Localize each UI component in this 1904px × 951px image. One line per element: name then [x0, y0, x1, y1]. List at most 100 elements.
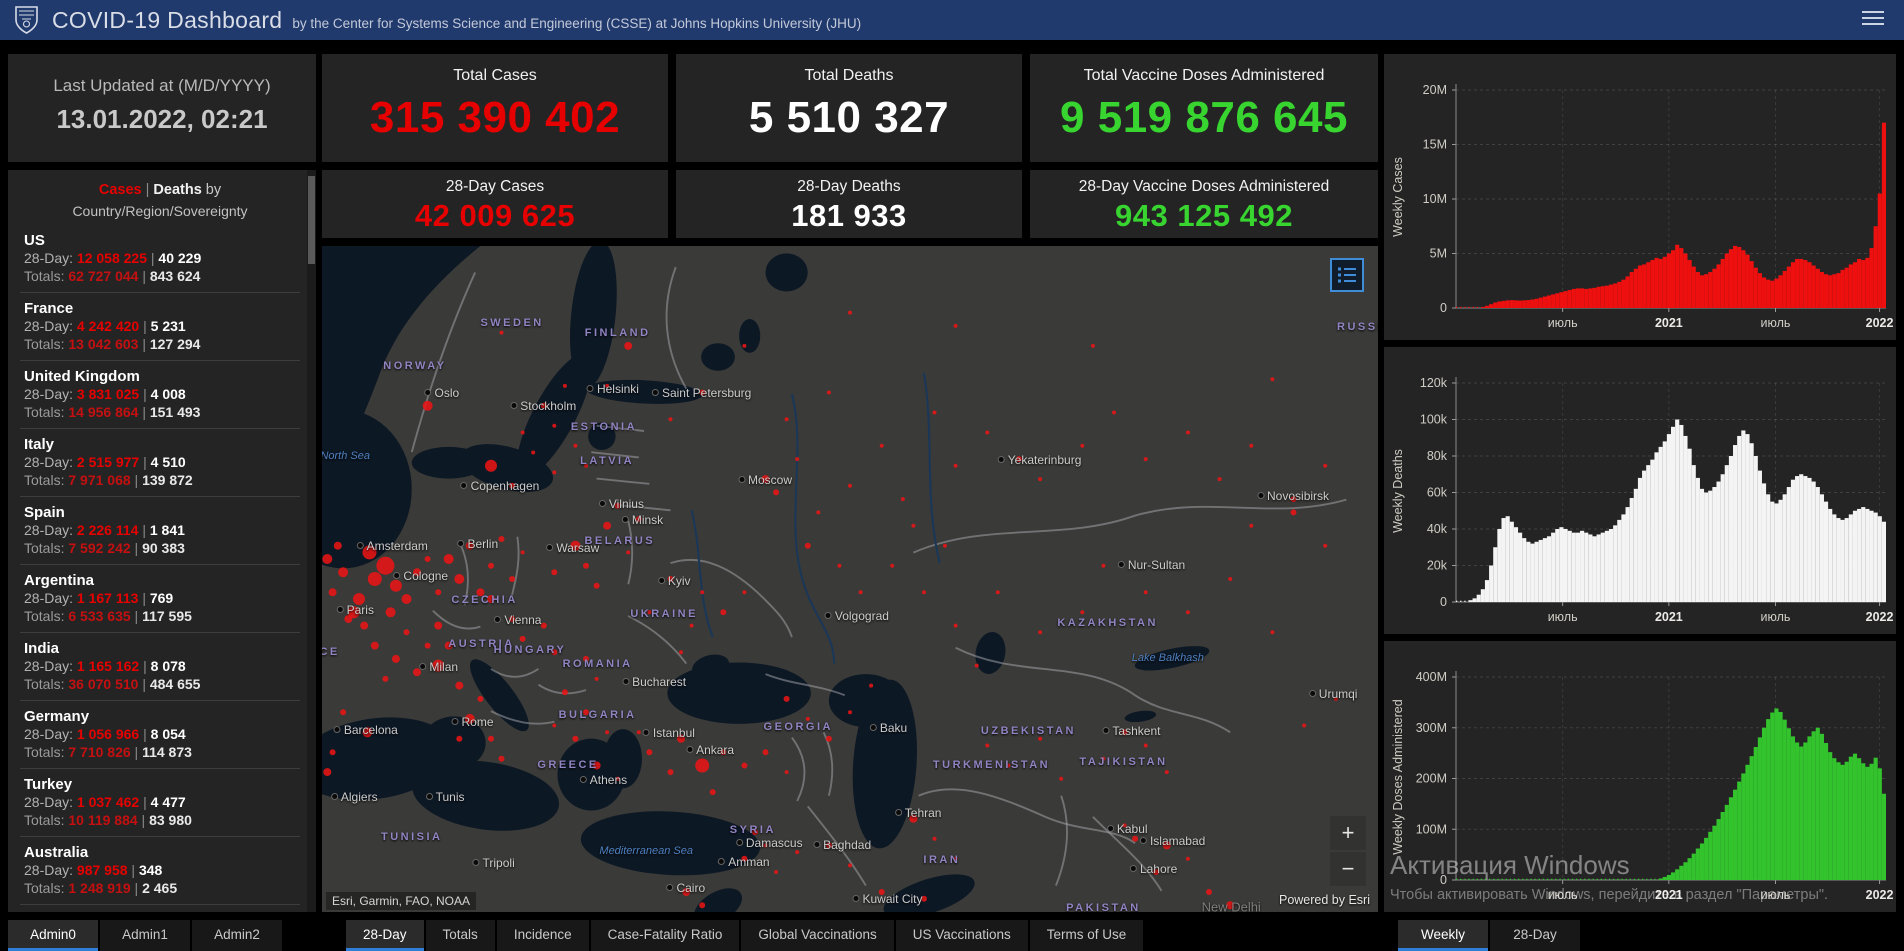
- case-dot[interactable]: [476, 588, 485, 597]
- case-dot[interactable]: [376, 556, 395, 575]
- legend-icon[interactable]: [1330, 258, 1364, 292]
- case-dot[interactable]: [635, 516, 642, 523]
- case-dot[interactable]: [624, 341, 633, 350]
- case-dot[interactable]: [920, 895, 927, 902]
- case-dot[interactable]: [1290, 509, 1297, 516]
- case-dot[interactable]: [932, 836, 937, 841]
- case-dot[interactable]: [498, 755, 505, 762]
- tab-admin1[interactable]: Admin1: [100, 920, 190, 951]
- case-dot[interactable]: [485, 459, 497, 472]
- case-dot[interactable]: [1228, 577, 1233, 581]
- case-dot[interactable]: [1121, 729, 1128, 736]
- case-dot[interactable]: [477, 695, 484, 702]
- scrollbar-thumb[interactable]: [308, 176, 315, 264]
- case-dot[interactable]: [572, 735, 579, 742]
- case-dot[interactable]: [869, 683, 874, 688]
- case-dot[interactable]: [878, 889, 885, 895]
- menu-icon[interactable]: [1862, 11, 1884, 29]
- case-dot[interactable]: [382, 675, 389, 682]
- case-dot[interactable]: [573, 443, 578, 448]
- case-dot[interactable]: [741, 762, 748, 769]
- deaths-header[interactable]: Deaths: [153, 182, 201, 198]
- case-dot[interactable]: [1290, 496, 1297, 503]
- case-dot[interactable]: [784, 417, 789, 422]
- case-dot[interactable]: [752, 829, 758, 836]
- case-dot[interactable]: [360, 621, 369, 630]
- case-dot[interactable]: [603, 521, 612, 530]
- case-dot[interactable]: [509, 576, 516, 582]
- tab-28-day[interactable]: 28-Day: [1490, 920, 1580, 951]
- case-dot[interactable]: [1185, 610, 1190, 615]
- list-item[interactable]: Canada28-Day: 773 350 | 995Totals:: [20, 905, 300, 912]
- case-dot[interactable]: [741, 855, 748, 862]
- cases-header[interactable]: Cases: [99, 182, 142, 198]
- case-dot[interactable]: [403, 629, 410, 636]
- case-dot[interactable]: [1038, 630, 1043, 635]
- case-dot[interactable]: [434, 621, 443, 630]
- case-dot[interactable]: [561, 689, 568, 696]
- case-dot[interactable]: [614, 502, 621, 509]
- tab-case-fatality-ratio[interactable]: Case-Fatality Ratio: [590, 920, 740, 951]
- case-dot[interactable]: [519, 635, 526, 642]
- case-dot[interactable]: [1143, 457, 1148, 462]
- case-dot[interactable]: [391, 654, 400, 663]
- case-dot[interactable]: [362, 727, 373, 738]
- case-dot[interactable]: [570, 540, 581, 551]
- case-dot[interactable]: [498, 536, 505, 542]
- case-dot[interactable]: [1038, 736, 1043, 741]
- case-dot[interactable]: [774, 870, 779, 874]
- case-dot[interactable]: [488, 735, 494, 742]
- case-dot[interactable]: [605, 383, 610, 388]
- case-dot[interactable]: [974, 663, 979, 668]
- case-dot[interactable]: [455, 681, 464, 690]
- case-dot[interactable]: [825, 842, 832, 849]
- case-dot[interactable]: [322, 554, 333, 564]
- tab-weekly[interactable]: Weekly: [1398, 920, 1488, 951]
- case-dot[interactable]: [520, 550, 525, 555]
- case-dot[interactable]: [367, 572, 382, 586]
- tab-totals[interactable]: Totals: [425, 920, 495, 951]
- case-dot[interactable]: [583, 562, 589, 569]
- case-dot[interactable]: [499, 330, 504, 335]
- case-dot[interactable]: [720, 609, 727, 616]
- case-dot[interactable]: [1132, 835, 1139, 842]
- list-item[interactable]: Argentina 28-Day: 1 167 113 | 769 Totals: …: [20, 565, 300, 633]
- case-dot[interactable]: [909, 814, 918, 823]
- case-dot[interactable]: [531, 450, 536, 455]
- case-dot[interactable]: [1112, 410, 1116, 415]
- case-dot[interactable]: [826, 390, 831, 395]
- case-dot[interactable]: [668, 417, 673, 422]
- tab-admin0[interactable]: Admin0: [8, 920, 98, 951]
- list-item[interactable]: Turkey 28-Day: 1 037 462 | 4 477 Totals: 1…: [20, 769, 300, 837]
- case-dot[interactable]: [464, 713, 475, 724]
- world-map[interactable]: SWEDEN FINLAND NORWAY ESTONIA LATVIA BELARUS C…: [322, 246, 1378, 912]
- case-dot[interactable]: [932, 410, 937, 415]
- case-dot[interactable]: [699, 902, 706, 909]
- list-item[interactable]: Germany 28-Day: 1 056 966 | 8 054 Totals: …: [20, 701, 300, 769]
- case-dot[interactable]: [742, 343, 747, 348]
- case-dot[interactable]: [825, 735, 832, 742]
- case-dot[interactable]: [465, 541, 474, 550]
- case-dot[interactable]: [370, 641, 379, 650]
- case-dot[interactable]: [695, 758, 710, 773]
- case-dot[interactable]: [488, 562, 494, 569]
- case-dot[interactable]: [953, 323, 958, 328]
- case-dot[interactable]: [837, 563, 842, 568]
- case-dot[interactable]: [921, 590, 926, 595]
- case-dot[interactable]: [763, 843, 768, 848]
- case-dot[interactable]: [953, 463, 958, 468]
- case-dot[interactable]: [805, 716, 810, 721]
- case-dot[interactable]: [551, 569, 558, 576]
- case-dot[interactable]: [1217, 477, 1222, 482]
- case-dot[interactable]: [784, 770, 789, 775]
- tab-admin2[interactable]: Admin2: [192, 920, 282, 951]
- case-dot[interactable]: [562, 383, 567, 388]
- case-dot[interactable]: [1101, 563, 1106, 568]
- case-dot[interactable]: [338, 567, 349, 578]
- case-dot[interactable]: [552, 723, 557, 728]
- case-dot[interactable]: [783, 695, 790, 702]
- case-dot[interactable]: [385, 607, 396, 618]
- case-dot[interactable]: [1101, 756, 1106, 761]
- case-dot[interactable]: [1162, 841, 1171, 850]
- case-dot[interactable]: [646, 749, 653, 756]
